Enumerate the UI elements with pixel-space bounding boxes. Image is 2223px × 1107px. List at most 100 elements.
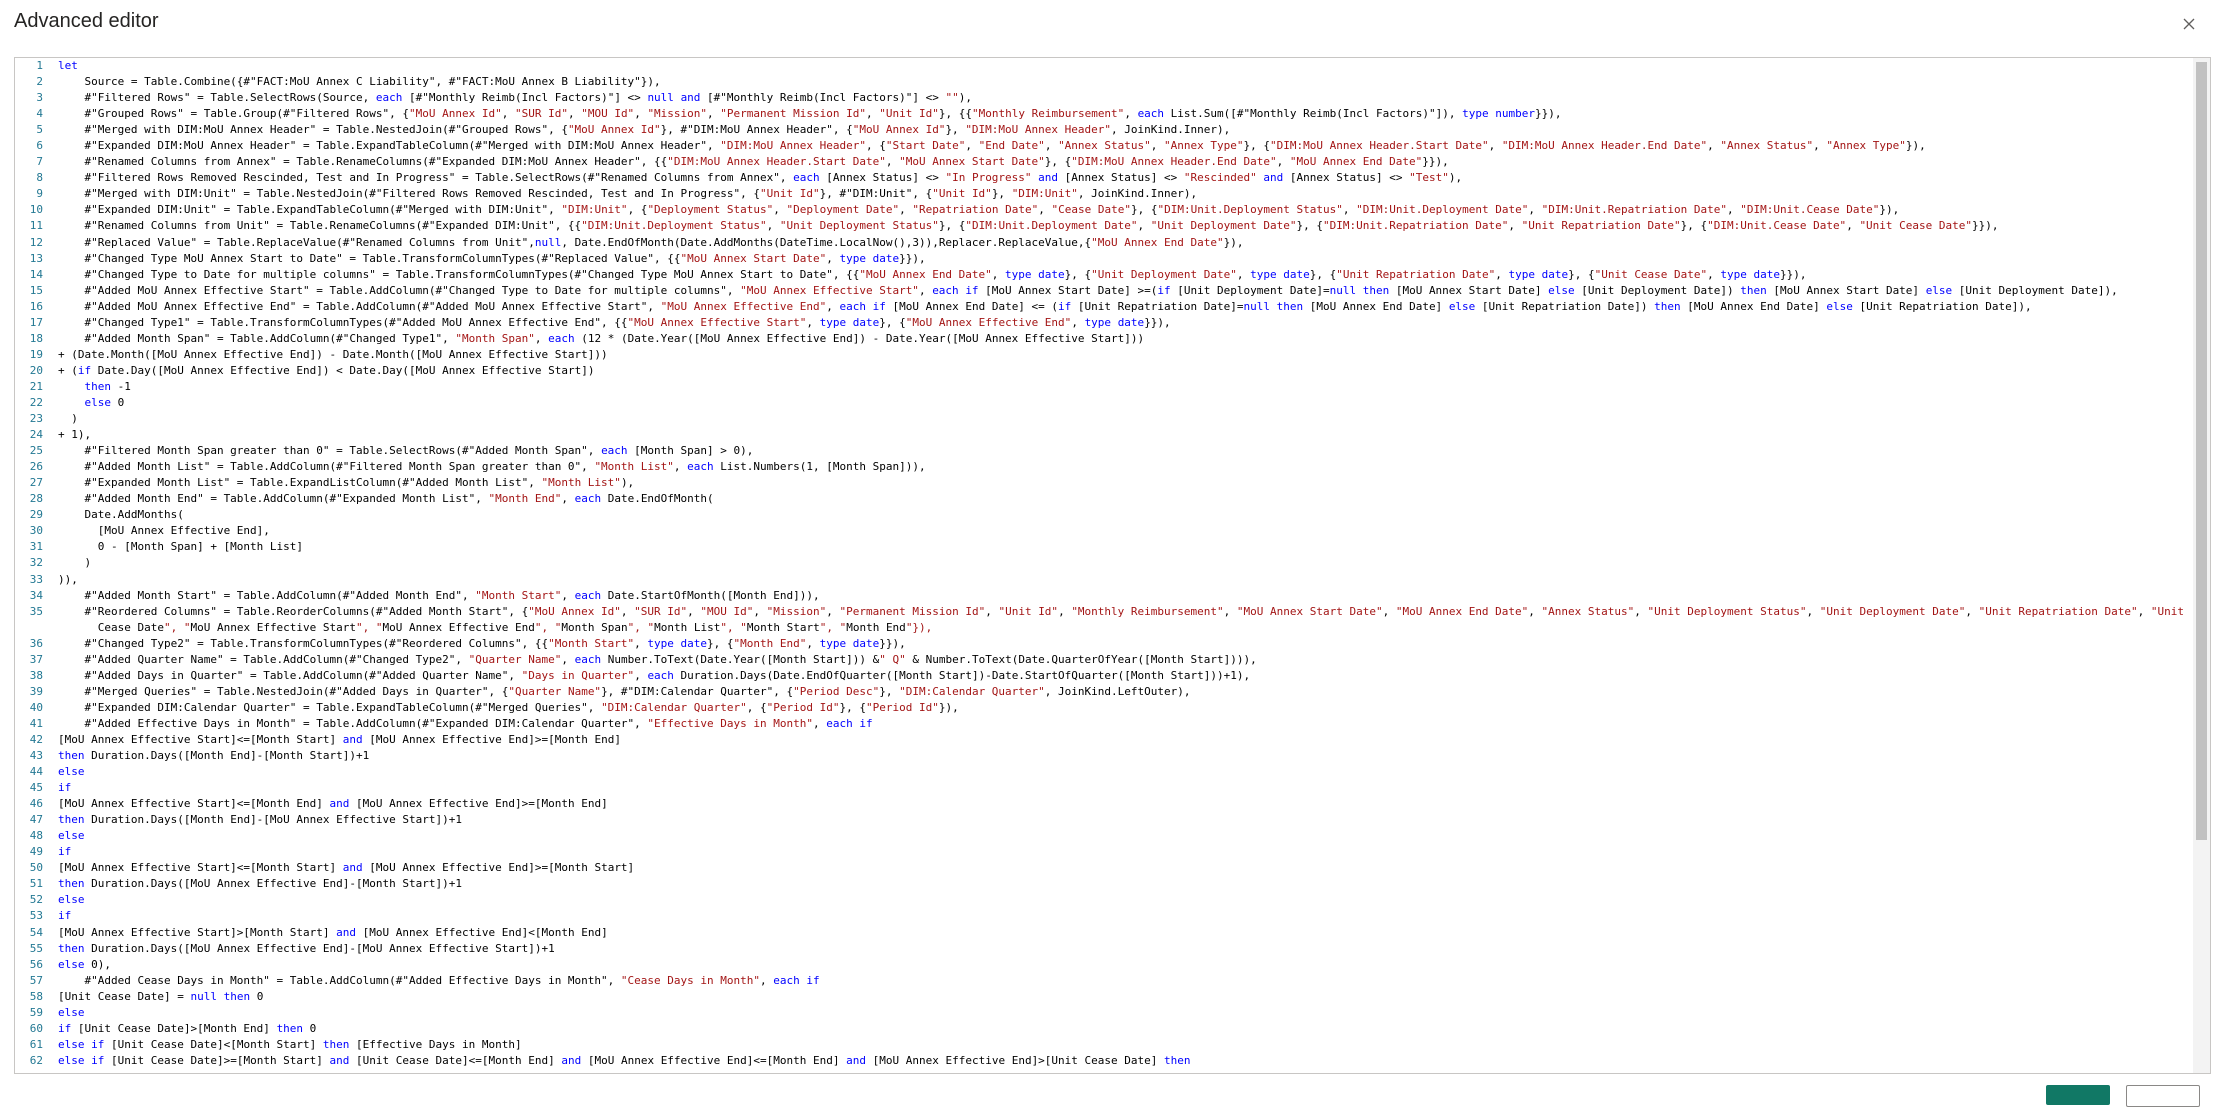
code-line: else	[58, 1005, 85, 1019]
line-number: 37	[29, 652, 43, 666]
code-line: [MoU Annex Effective End],	[58, 524, 270, 538]
code-line: #"Changed Type to Date for multiple colu…	[58, 267, 1807, 281]
line-number: 43	[29, 749, 43, 763]
code-line: if [Unit Cease Date]>[Month End] then 0	[58, 1021, 317, 1035]
line-number: 62	[29, 1053, 43, 1067]
line-number: 2	[36, 75, 43, 89]
line-number: 21	[29, 379, 43, 393]
line-number: 31	[29, 540, 43, 554]
code-line: then Duration.Days([Month End]-[MoU Anne…	[58, 813, 462, 827]
line-number: 3	[36, 91, 43, 105]
line-number: 46	[29, 797, 43, 811]
line-number: 17	[29, 315, 43, 329]
code-line: #"Expanded DIM:Unit" = Table.ExpandTable…	[58, 203, 1900, 217]
close-icon	[2183, 18, 2195, 30]
line-number: 22	[29, 395, 43, 409]
vertical-scrollbar[interactable]	[2193, 58, 2210, 1073]
code-line: then Duration.Days([MoU Annex Effective …	[58, 877, 462, 891]
line-number: 30	[29, 524, 43, 538]
line-number: 50	[29, 861, 43, 875]
line-number: 4	[36, 107, 43, 121]
line-number: 52	[29, 893, 43, 907]
code-line: [MoU Annex Effective Start]>[Month Start…	[58, 925, 608, 939]
code-line: if	[58, 909, 72, 923]
code-line: #"Renamed Columns from Unit" = Table.Ren…	[58, 219, 1999, 233]
code-area[interactable]: let Source = Table.Combine({#"FACT:MoU A…	[58, 58, 2190, 1073]
line-number: 20	[29, 363, 43, 377]
line-number: 18	[29, 331, 43, 345]
line-number: 16	[29, 299, 43, 313]
line-number: 40	[29, 700, 43, 714]
code-line: #"Filtered Month Span greater than 0" = …	[58, 444, 754, 458]
line-number: 44	[29, 765, 43, 779]
code-line: )	[58, 556, 92, 570]
line-number: 15	[29, 283, 43, 297]
code-line: #"Merged Queries" = Table.NestedJoin(#"A…	[58, 684, 1191, 698]
line-number: 60	[29, 1021, 43, 1035]
code-line: [MoU Annex Effective Start]<=[Month Star…	[58, 732, 621, 746]
code-line: #"Added Effective Days in Month" = Table…	[58, 716, 873, 730]
code-line: )),	[58, 572, 78, 586]
code-line: #"Renamed Columns from Annex" = Table.Re…	[58, 155, 1449, 169]
code-line: #"Added Month Start" = Table.AddColumn(#…	[58, 588, 820, 602]
line-number: 12	[29, 235, 43, 249]
code-line: Date.AddMonths(	[58, 508, 184, 522]
code-line: [Unit Cease Date] = null then 0	[58, 989, 264, 1003]
line-number: 45	[29, 781, 43, 795]
code-line: #"Replaced Value" = Table.ReplaceValue(#…	[58, 235, 1244, 249]
line-number: 9	[36, 187, 43, 201]
line-number: 36	[29, 636, 43, 650]
line-number: 24	[29, 428, 43, 442]
close-button[interactable]	[2179, 14, 2199, 34]
done-button[interactable]	[2046, 1085, 2110, 1105]
code-line: else	[58, 829, 85, 843]
code-line: #"Added Days in Quarter" = Table.AddColu…	[58, 668, 1251, 682]
line-number: 41	[29, 716, 43, 730]
code-line: [MoU Annex Effective Start]<=[Month Star…	[58, 861, 635, 875]
code-line: #"Filtered Rows" = Table.SelectRows(Sour…	[58, 91, 972, 105]
code-line: then Duration.Days([MoU Annex Effective …	[58, 941, 555, 955]
line-number: 47	[29, 813, 43, 827]
line-number: 10	[29, 203, 43, 217]
code-line: if	[58, 845, 72, 859]
code-editor[interactable]: 1 2 3 4 5 6 7 8 9 10 11 12 13 14 15 16 17 18 19 20 21 22 23 24 2…	[14, 57, 2211, 1074]
code-line: #"Added Month End" = Table.AddColumn(#"E…	[58, 492, 714, 506]
code-line: #"Added Month Span" = Table.AddColumn(#"…	[58, 331, 1145, 345]
line-number: 58	[29, 989, 43, 1003]
scrollbar-thumb[interactable]	[2196, 62, 2207, 840]
line-number: 13	[29, 251, 43, 265]
code-line: )	[58, 412, 78, 426]
cancel-button[interactable]	[2126, 1085, 2200, 1107]
code-line: let	[58, 59, 78, 72]
code-line: #"Added Cease Days in Month" = Table.Add…	[58, 973, 820, 987]
line-number: 53	[29, 909, 43, 923]
line-number: 19	[29, 347, 43, 361]
code-line: #"Added Month List" = Table.AddColumn(#"…	[58, 460, 926, 474]
line-number: 23	[29, 412, 43, 426]
code-line: #"Changed Type MoU Annex Start to Date" …	[58, 251, 926, 265]
line-number: 48	[29, 829, 43, 843]
code-line: #"Merged with DIM:MoU Annex Header" = Ta…	[58, 123, 1231, 137]
code-line: [MoU Annex Effective Start]<=[Month End]…	[58, 797, 608, 811]
line-number: 39	[29, 684, 43, 698]
code-line: + (if Date.Day([MoU Annex Effective End]…	[58, 363, 595, 377]
code-line: else if [Unit Cease Date]>=[Month Start]…	[58, 1053, 1191, 1067]
code-line: else	[58, 765, 85, 779]
code-line: else 0	[84, 395, 125, 409]
line-number: 29	[29, 508, 43, 522]
line-number: 33	[29, 572, 43, 586]
code-line: else if [Unit Cease Date]<[Month Start] …	[58, 1037, 522, 1051]
code-line: + 1),	[58, 428, 92, 442]
code-line: #"Filtered Rows Removed Rescinded, Test …	[58, 171, 1463, 185]
line-number: 51	[29, 877, 43, 891]
dialog-title: Advanced editor	[14, 10, 159, 32]
line-number: 5	[36, 123, 43, 137]
code-line: + (Date.Month([MoU Annex Effective End])…	[58, 347, 608, 361]
line-number: 25	[29, 444, 43, 458]
code-line: #"Added Quarter Name" = Table.AddColumn(…	[58, 652, 1257, 666]
code-line: 0 - [Month Span] + [Month List]	[58, 540, 304, 554]
line-number: 1	[36, 59, 43, 72]
code-line: #"Merged with DIM:Unit" = Table.NestedJo…	[58, 187, 1198, 201]
line-number: 6	[36, 139, 43, 153]
code-line: #"Grouped Rows" = Table.Group(#"Filtered…	[58, 107, 1562, 121]
